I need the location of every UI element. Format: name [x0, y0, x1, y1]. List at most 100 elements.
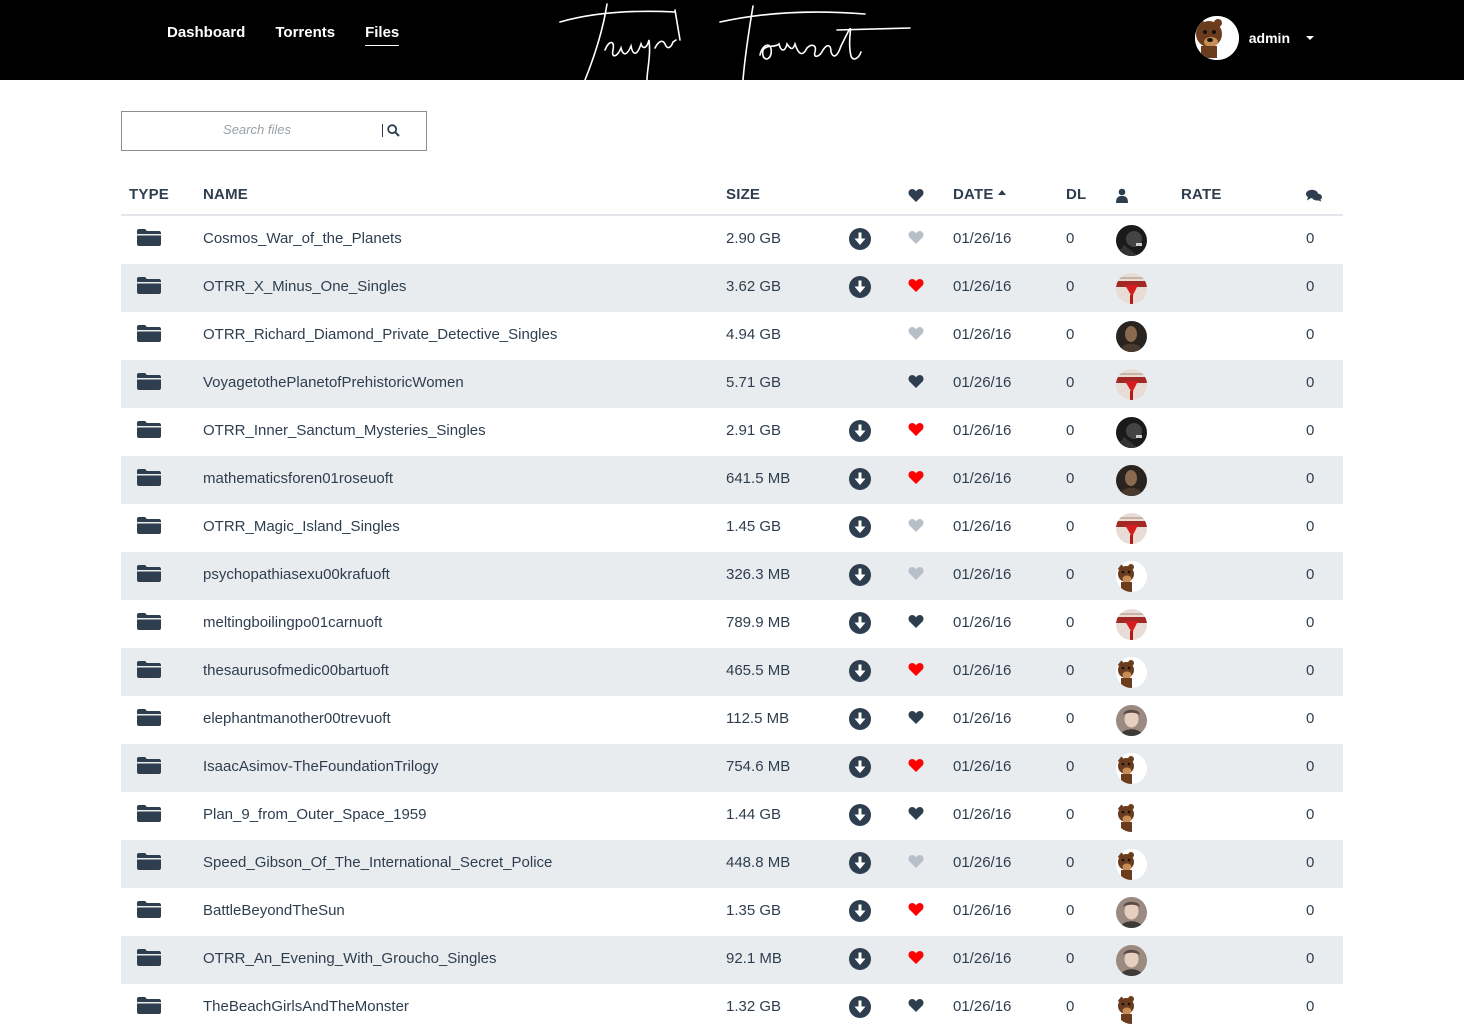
- favorite-heart-icon[interactable]: [908, 662, 924, 682]
- download-icon[interactable]: [849, 708, 871, 730]
- favorite-heart-icon[interactable]: [908, 518, 924, 538]
- download-icon[interactable]: [849, 948, 871, 970]
- favorite-heart-icon[interactable]: [908, 998, 924, 1018]
- download-icon[interactable]: [849, 900, 871, 922]
- table-row[interactable]: BattleBeyondTheSun 1.35 GB 01/26/16 0 0: [121, 888, 1343, 936]
- file-name[interactable]: OTRR_An_Evening_With_Groucho_Singles: [203, 950, 497, 967]
- favorite-heart-icon[interactable]: [908, 566, 924, 586]
- table-row[interactable]: Plan_9_from_Outer_Space_1959 1.44 GB 01/26…: [121, 792, 1343, 840]
- uploader-avatar[interactable]: [1116, 513, 1147, 544]
- file-name[interactable]: Plan_9_from_Outer_Space_1959: [203, 806, 427, 823]
- table-row[interactable]: TheBeachGirlsAndTheMonster 1.32 GB 01/26/1…: [121, 984, 1343, 1032]
- file-name[interactable]: OTRR_Inner_Sanctum_Mysteries_Singles: [203, 422, 486, 439]
- header-size[interactable]: SIZE: [726, 186, 760, 203]
- table-row[interactable]: thesaurusofmedic00bartuoft 465.5 MB 01/26/…: [121, 648, 1343, 696]
- favorite-heart-icon[interactable]: [908, 614, 924, 634]
- header-rate[interactable]: RATE: [1181, 186, 1222, 203]
- favorite-heart-icon[interactable]: [908, 278, 924, 298]
- uploader-avatar[interactable]: [1116, 801, 1147, 832]
- download-count: 0: [1066, 326, 1075, 343]
- download-icon[interactable]: [849, 996, 871, 1018]
- uploader-avatar[interactable]: [1116, 465, 1147, 496]
- favorite-heart-icon[interactable]: [908, 422, 924, 442]
- user-menu[interactable]: admin: [1194, 16, 1314, 60]
- file-name[interactable]: Cosmos_War_of_the_Planets: [203, 230, 402, 247]
- file-name[interactable]: elephantmanother00trevuoft: [203, 710, 391, 727]
- download-icon[interactable]: [849, 804, 871, 826]
- search-button[interactable]: [382, 120, 404, 140]
- download-icon[interactable]: [849, 612, 871, 634]
- uploader-avatar[interactable]: [1116, 849, 1147, 880]
- favorite-heart-icon[interactable]: [908, 806, 924, 826]
- file-name[interactable]: TheBeachGirlsAndTheMonster: [203, 998, 409, 1015]
- header-dl[interactable]: DL: [1066, 186, 1086, 203]
- table-row[interactable]: meltingboilingpo01carnuoft 789.9 MB 01/26/…: [121, 600, 1343, 648]
- header-name[interactable]: NAME: [203, 186, 248, 203]
- table-row[interactable]: OTRR_Magic_Island_Singles 1.45 GB 01/26/16…: [121, 504, 1343, 552]
- file-name[interactable]: psychopathiasexu00krafuoft: [203, 566, 390, 583]
- uploader-avatar[interactable]: [1116, 753, 1147, 784]
- uploader-avatar[interactable]: [1116, 897, 1147, 928]
- download-icon[interactable]: [849, 660, 871, 682]
- file-name[interactable]: Speed_Gibson_Of_The_International_Secret…: [203, 854, 552, 871]
- file-name[interactable]: meltingboilingpo01carnuoft: [203, 614, 382, 631]
- comments-icon[interactable]: [1306, 189, 1322, 206]
- uploader-avatar[interactable]: [1116, 945, 1147, 976]
- file-name[interactable]: OTRR_Richard_Diamond_Private_Detective_S…: [203, 326, 557, 343]
- download-icon[interactable]: [849, 468, 871, 490]
- table-row[interactable]: psychopathiasexu00krafuoft 326.3 MB 01/26/…: [121, 552, 1343, 600]
- uploader-avatar[interactable]: [1116, 369, 1147, 400]
- download-icon[interactable]: [849, 564, 871, 586]
- uploader-avatar[interactable]: [1116, 609, 1147, 640]
- table-row[interactable]: OTRR_Inner_Sanctum_Mysteries_Singles 2.91…: [121, 408, 1343, 456]
- user-icon[interactable]: [1116, 188, 1128, 207]
- table-row[interactable]: mathematicsforen01roseuoft 641.5 MB 01/26/…: [121, 456, 1343, 504]
- table-row[interactable]: elephantmanother00trevuoft 112.5 MB 01/26/…: [121, 696, 1343, 744]
- favorite-heart-icon[interactable]: [908, 230, 924, 250]
- download-icon[interactable]: [849, 228, 871, 250]
- table-row[interactable]: OTRR_X_Minus_One_Singles 3.62 GB 01/26/16 0…: [121, 264, 1343, 312]
- file-name[interactable]: BattleBeyondTheSun: [203, 902, 345, 919]
- file-name[interactable]: IsaacAsimov-TheFoundationTrilogy: [203, 758, 438, 775]
- table-row[interactable]: IsaacAsimov-TheFoundationTrilogy 754.6 MB…: [121, 744, 1343, 792]
- download-icon[interactable]: [849, 276, 871, 298]
- nav-torrents[interactable]: Torrents: [275, 24, 335, 46]
- nav-dashboard[interactable]: Dashboard: [167, 24, 245, 46]
- favorite-heart-icon[interactable]: [908, 950, 924, 970]
- favorite-heart-icon[interactable]: [908, 710, 924, 730]
- download-icon[interactable]: [849, 852, 871, 874]
- search-input[interactable]: [130, 121, 384, 138]
- header-date[interactable]: DATE: [953, 186, 1007, 203]
- download-icon[interactable]: [849, 516, 871, 538]
- uploader-avatar[interactable]: [1116, 321, 1147, 352]
- table-row[interactable]: Speed_Gibson_Of_The_International_Secret…: [121, 840, 1343, 888]
- uploader-avatar[interactable]: [1116, 993, 1147, 1024]
- heart-icon[interactable]: [908, 188, 924, 207]
- table-row[interactable]: OTRR_Richard_Diamond_Private_Detective_S…: [121, 312, 1343, 360]
- uploader-avatar[interactable]: [1116, 705, 1147, 736]
- file-name[interactable]: mathematicsforen01roseuoft: [203, 470, 393, 487]
- file-name[interactable]: VoyagetothePlanetofPrehistoricWomen: [203, 374, 464, 391]
- favorite-heart-icon[interactable]: [908, 902, 924, 922]
- table-row[interactable]: Cosmos_War_of_the_Planets 2.90 GB 01/26/16…: [121, 216, 1343, 264]
- file-name[interactable]: OTRR_Magic_Island_Singles: [203, 518, 400, 535]
- table-row[interactable]: VoyagetothePlanetofPrehistoricWomen 5.71 …: [121, 360, 1343, 408]
- favorite-heart-icon[interactable]: [908, 470, 924, 490]
- file-name[interactable]: thesaurusofmedic00bartuoft: [203, 662, 389, 679]
- favorite-heart-icon[interactable]: [908, 854, 924, 874]
- favorite-heart-icon[interactable]: [908, 326, 924, 346]
- favorite-heart-icon[interactable]: [908, 758, 924, 778]
- uploader-avatar[interactable]: [1116, 561, 1147, 592]
- download-icon[interactable]: [849, 756, 871, 778]
- uploader-avatar[interactable]: [1116, 225, 1147, 256]
- table-row[interactable]: OTRR_An_Evening_With_Groucho_Singles 92.1…: [121, 936, 1343, 984]
- favorite-heart-icon[interactable]: [908, 374, 924, 394]
- download-icon[interactable]: [849, 420, 871, 442]
- uploader-avatar[interactable]: [1116, 657, 1147, 688]
- nav-files[interactable]: Files: [365, 24, 400, 46]
- uploader-avatar[interactable]: [1116, 417, 1147, 448]
- site-logo[interactable]: [555, 0, 915, 80]
- file-name[interactable]: OTRR_X_Minus_One_Singles: [203, 278, 406, 295]
- uploader-avatar[interactable]: [1116, 273, 1147, 304]
- header-type[interactable]: TYPE: [129, 186, 169, 203]
